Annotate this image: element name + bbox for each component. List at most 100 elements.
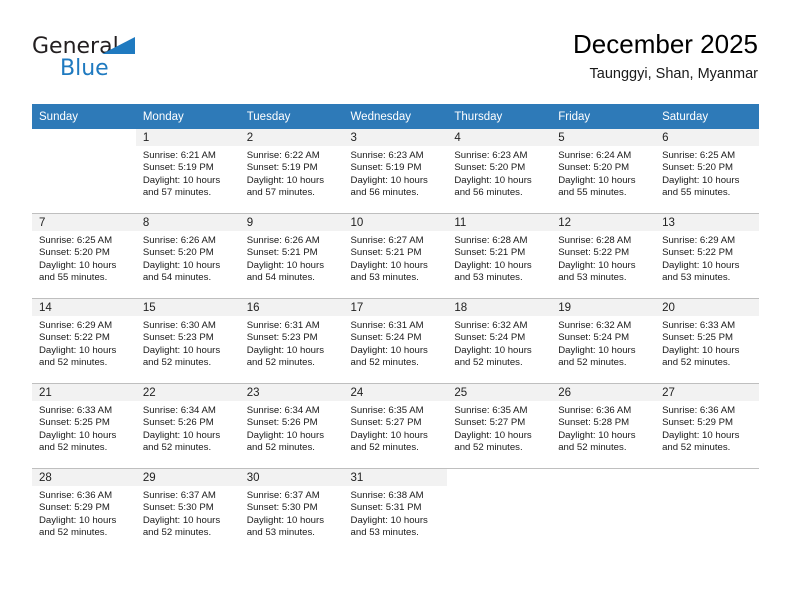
weekday-header-sunday: Sunday [32,104,136,129]
daylight-text-line1: Daylight: 10 hours [142,174,221,186]
calendar-day-cell[interactable]: 27 Sunrise: 6:36 AM Sunset: 5:29 PM Dayligh… [655,383,759,469]
day-number: 31 [343,469,448,486]
calendar-day-cell[interactable]: 30 Sunrise: 6:37 AM Sunset: 5:30 PM Dayligh… [239,468,344,553]
calendar-day-cell[interactable]: 22 Sunrise: 6:34 AM Sunset: 5:26 PM Dayligh… [135,383,240,469]
daylight-text-line2: and 52 minutes. [39,442,108,454]
daylight-text-line1: Daylight: 10 hours [142,429,221,441]
calendar-day-cell[interactable]: 19 Sunrise: 6:32 AM Sunset: 5:24 PM Dayligh… [551,298,656,384]
day-cell-details: Sunrise: 6:33 AM Sunset: 5:25 PM Daylight:… [32,401,136,455]
calendar-day-cell[interactable]: 24 Sunrise: 6:35 AM Sunset: 5:27 PM Dayligh… [343,383,448,469]
calendar-day-cell[interactable]: 28 Sunrise: 6:36 AM Sunset: 5:29 PM Dayligh… [32,468,136,553]
calendar-day-cell[interactable]: 8 Sunrise: 6:26 AM Sunset: 5:20 PM Daylight… [135,213,240,299]
day-cell-inner: 27 Sunrise: 6:36 AM Sunset: 5:29 PM Dayligh… [655,384,759,468]
daylight-text-line1: Daylight: 10 hours [662,174,740,186]
day-cell-inner: 9 Sunrise: 6:26 AM Sunset: 5:21 PM Daylight… [239,214,344,298]
day-cell-details: Sunrise: 6:36 AM Sunset: 5:29 PM Daylight:… [32,486,136,540]
sunrise-text: Sunrise: 6:22 AM [246,150,320,161]
calendar-day-cell[interactable]: 14 Sunrise: 6:29 AM Sunset: 5:22 PM Dayligh… [32,298,136,384]
day-number: 17 [343,299,448,316]
sunrise-text: Sunrise: 6:23 AM [454,150,528,161]
daylight-text-line2: and 52 minutes. [39,527,108,539]
calendar-day-cell[interactable]: 2 Sunrise: 6:22 AM Sunset: 5:19 PM Daylight… [239,129,344,214]
daylight-text-line1: Daylight: 10 hours [142,259,221,271]
calendar-day-cell[interactable]: 20 Sunrise: 6:33 AM Sunset: 5:25 PM Dayligh… [655,298,759,384]
day-number [32,129,136,146]
day-number: 26 [551,384,656,401]
daylight-text-line2: and 55 minutes. [662,187,731,199]
calendar-day-cell[interactable]: 5 Sunrise: 6:24 AM Sunset: 5:20 PM Daylight… [551,129,656,214]
weekday-header-tuesday: Tuesday [239,104,344,129]
day-cell-inner: 19 Sunrise: 6:32 AM Sunset: 5:24 PM Dayligh… [551,299,656,383]
sunrise-text: Sunrise: 6:21 AM [142,150,216,161]
daylight-text-line1: Daylight: 10 hours [558,259,636,271]
calendar-day-cell[interactable]: 18 Sunrise: 6:32 AM Sunset: 5:24 PM Dayligh… [447,298,552,384]
daylight-text-line2: and 55 minutes. [558,187,627,199]
daylight-text-line2: and 52 minutes. [454,442,523,454]
day-cell-details: Sunrise: 6:34 AM Sunset: 5:26 PM Daylight:… [240,401,344,455]
calendar-day-cell[interactable]: 7 Sunrise: 6:25 AM Sunset: 5:20 PM Daylight… [32,213,136,299]
calendar-day-cell[interactable]: 6 Sunrise: 6:25 AM Sunset: 5:20 PM Daylight… [655,129,759,214]
sunset-text: Sunset: 5:19 PM [246,162,318,174]
calendar-day-cell[interactable]: 17 Sunrise: 6:31 AM Sunset: 5:24 PM Dayligh… [343,298,448,384]
day-cell-details: Sunrise: 6:23 AM Sunset: 5:20 PM Daylight:… [447,146,551,200]
day-number: 16 [239,299,344,316]
daylight-text-line2: and 54 minutes. [246,272,315,284]
calendar-day-cell[interactable]: 3 Sunrise: 6:23 AM Sunset: 5:19 PM Daylight… [343,129,448,214]
day-number: 21 [32,384,136,401]
daylight-text-line2: and 52 minutes. [350,357,419,369]
day-cell-details: Sunrise: 6:34 AM Sunset: 5:26 PM Daylight:… [136,401,240,455]
daylight-text-line2: and 53 minutes. [350,272,419,284]
calendar-day-cell[interactable]: 23 Sunrise: 6:34 AM Sunset: 5:26 PM Dayligh… [239,383,344,469]
day-cell-inner: 3 Sunrise: 6:23 AM Sunset: 5:19 PM Daylight… [343,129,448,213]
page-subtitle-location: Taunggyi, Shan, Myanmar [589,66,758,82]
day-cell-details: Sunrise: 6:32 AM Sunset: 5:24 PM Daylight:… [447,316,551,370]
calendar-day-cell[interactable]: 31 Sunrise: 6:38 AM Sunset: 5:31 PM Dayligh… [343,468,448,553]
calendar-day-cell[interactable]: 1 Sunrise: 6:21 AM Sunset: 5:19 PM Daylight… [135,129,240,214]
day-number: 28 [32,469,136,486]
calendar-day-cell[interactable]: 15 Sunrise: 6:30 AM Sunset: 5:23 PM Dayligh… [135,298,240,384]
sunset-text: Sunset: 5:22 PM [662,247,733,259]
calendar-week-row: 28 Sunrise: 6:36 AM Sunset: 5:29 PM Dayligh… [32,468,759,553]
day-cell-details: Sunrise: 6:26 AM Sunset: 5:20 PM Daylight:… [136,231,240,285]
daylight-text-line2: and 55 minutes. [39,272,108,284]
day-number: 5 [551,129,656,146]
day-cell-inner: 7 Sunrise: 6:25 AM Sunset: 5:20 PM Daylight… [32,214,136,298]
generalblue-logo[interactable]: General Blue [32,34,222,92]
calendar-day-cell[interactable]: 13 Sunrise: 6:29 AM Sunset: 5:22 PM Dayligh… [655,213,759,299]
daylight-text-line2: and 53 minutes. [350,527,419,539]
daylight-text-line2: and 52 minutes. [39,357,108,369]
calendar-day-cell[interactable]: 4 Sunrise: 6:23 AM Sunset: 5:20 PM Daylight… [447,129,552,214]
calendar-day-cell[interactable]: 16 Sunrise: 6:31 AM Sunset: 5:23 PM Dayligh… [239,298,344,384]
calendar-day-cell[interactable]: 25 Sunrise: 6:35 AM Sunset: 5:27 PM Dayligh… [447,383,552,469]
calendar-day-cell [551,468,656,553]
weekday-header-wednesday: Wednesday [343,104,448,129]
day-number: 29 [135,469,240,486]
daylight-text-line2: and 52 minutes. [558,442,627,454]
sunrise-text: Sunrise: 6:34 AM [142,405,216,416]
calendar-day-cell[interactable]: 12 Sunrise: 6:28 AM Sunset: 5:22 PM Dayligh… [551,213,656,299]
day-cell-details: Sunrise: 6:36 AM Sunset: 5:29 PM Daylight:… [655,401,759,455]
day-number: 18 [447,299,552,316]
daylight-text-line1: Daylight: 10 hours [246,259,325,271]
calendar-day-cell[interactable]: 26 Sunrise: 6:36 AM Sunset: 5:28 PM Dayligh… [551,383,656,469]
calendar-day-cell[interactable]: 21 Sunrise: 6:33 AM Sunset: 5:25 PM Dayligh… [32,383,136,469]
day-cell-details: Sunrise: 6:26 AM Sunset: 5:21 PM Daylight:… [240,231,344,285]
sunrise-text: Sunrise: 6:29 AM [662,235,736,246]
calendar-day-cell[interactable]: 29 Sunrise: 6:37 AM Sunset: 5:30 PM Dayligh… [135,468,240,553]
calendar-day-cell[interactable]: 9 Sunrise: 6:26 AM Sunset: 5:21 PM Daylight… [239,213,344,299]
daylight-text-line2: and 54 minutes. [142,272,212,284]
calendar-day-cell[interactable]: 10 Sunrise: 6:27 AM Sunset: 5:21 PM Dayligh… [343,213,448,299]
page-header: General Blue December 2025 Taunggyi, Sha… [32,28,758,98]
day-cell-details [447,486,551,490]
sunset-text: Sunset: 5:22 PM [558,247,630,259]
day-cell-inner: 22 Sunrise: 6:34 AM Sunset: 5:26 PM Dayligh… [135,384,240,468]
day-number: 12 [551,214,656,231]
day-cell-inner: 12 Sunrise: 6:28 AM Sunset: 5:22 PM Dayligh… [551,214,656,298]
sunrise-text: Sunrise: 6:36 AM [558,405,632,416]
daylight-text-line2: and 56 minutes. [454,187,523,199]
daylight-text-line2: and 52 minutes. [142,357,212,369]
sunset-text: Sunset: 5:26 PM [246,417,318,429]
day-cell-inner: 13 Sunrise: 6:29 AM Sunset: 5:22 PM Dayligh… [655,214,759,298]
day-cell-details: Sunrise: 6:31 AM Sunset: 5:24 PM Daylight:… [344,316,448,370]
calendar-day-cell[interactable]: 11 Sunrise: 6:28 AM Sunset: 5:21 PM Dayligh… [447,213,552,299]
